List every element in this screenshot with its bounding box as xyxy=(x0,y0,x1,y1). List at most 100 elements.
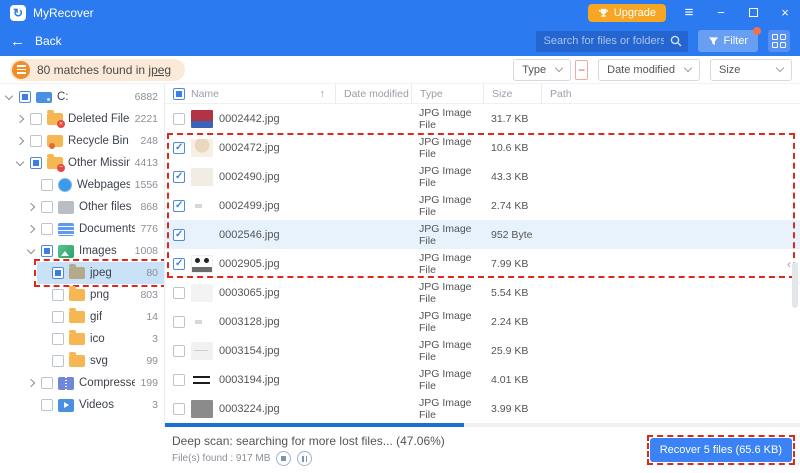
type-filter-label: Type xyxy=(522,64,546,76)
select-all-checkbox[interactable] xyxy=(173,88,185,100)
maximize-icon[interactable] xyxy=(744,4,762,22)
sidebar-item-count: 868 xyxy=(140,201,158,213)
expand-icon[interactable] xyxy=(15,116,25,122)
tree-checkbox[interactable] xyxy=(30,157,42,169)
sidebar-item-png[interactable]: png803 xyxy=(37,284,164,306)
menu-icon[interactable]: ≡ xyxy=(680,4,698,22)
vertical-scrollbar[interactable] xyxy=(792,262,798,308)
back-arrow-icon: ← xyxy=(10,33,25,50)
sidebar-item-c-drive[interactable]: C:6882 xyxy=(4,86,164,108)
stop-scan-button[interactable] xyxy=(276,451,291,466)
collapse-icon[interactable] xyxy=(4,95,14,99)
sidebar-item-other-missing-files[interactable]: Other Missing Files4413 xyxy=(15,152,164,174)
column-header-name[interactable]: Name xyxy=(191,88,219,100)
sidebar-item-recycle-bin[interactable]: Recycle Bin248 xyxy=(15,130,164,152)
files-found-text: File(s) found : 917 MB xyxy=(172,453,270,464)
collapse-icon[interactable] xyxy=(26,249,36,253)
recover-button[interactable]: Recover 5 files (65.6 KB) xyxy=(650,438,792,462)
file-path-cell xyxy=(541,133,800,162)
sidebar-item-label: Documents xyxy=(79,223,135,235)
file-row[interactable]: 0002499.jpgJPG Image File2.74 KB xyxy=(165,191,800,220)
sidebar-item-jpeg[interactable]: jpeg80 xyxy=(37,262,164,284)
tree-checkbox[interactable] xyxy=(52,289,64,301)
file-checkbox[interactable] xyxy=(173,258,185,270)
file-checkbox[interactable] xyxy=(173,316,185,328)
tree-checkbox[interactable] xyxy=(41,201,53,213)
tree-checkbox[interactable] xyxy=(30,113,42,125)
pause-scan-button[interactable] xyxy=(297,451,312,466)
tree-checkbox[interactable] xyxy=(41,377,53,389)
tree-checkbox[interactable] xyxy=(41,179,53,191)
sidebar-item-other-files[interactable]: Other files 868 xyxy=(26,196,164,218)
expand-icon[interactable] xyxy=(26,204,36,210)
column-header-size[interactable]: Size xyxy=(483,84,541,103)
file-row[interactable]: 0003154.jpgJPG Image File25.9 KB xyxy=(165,336,800,365)
sidebar-item-documents[interactable]: Documents776 xyxy=(26,218,164,240)
file-checkbox[interactable] xyxy=(173,403,185,415)
file-row[interactable]: 0002442.jpgJPG Image File31.7 KB xyxy=(165,104,800,133)
tree-checkbox[interactable] xyxy=(41,223,53,235)
table-header: Name ↑ Date modified Type Size Path xyxy=(165,84,800,104)
file-row[interactable]: 0003065.jpgJPG Image File5.54 KB xyxy=(165,278,800,307)
sort-asc-icon[interactable]: ↑ xyxy=(320,88,326,100)
file-checkbox[interactable] xyxy=(173,113,185,125)
sidebar-item-images[interactable]: Images1008 xyxy=(26,240,164,262)
match-scope-link[interactable]: jpeg xyxy=(148,63,171,77)
file-size-cell: 4.01 KB xyxy=(483,365,541,394)
file-row[interactable]: 0002472.jpgJPG Image File10.6 KB xyxy=(165,133,800,162)
file-checkbox[interactable] xyxy=(173,374,185,386)
file-checkbox[interactable] xyxy=(173,345,185,357)
file-row[interactable]: 0002905.jpgJPG Image File7.99 KB xyxy=(165,249,800,278)
tree-checkbox[interactable] xyxy=(41,399,53,411)
sidebar-item-label: gif xyxy=(90,311,102,323)
close-icon[interactable]: × xyxy=(776,4,794,22)
type-filter-remove-button[interactable]: − xyxy=(575,60,588,80)
type-filter-dropdown[interactable]: Type xyxy=(513,59,571,81)
column-header-date-modified[interactable]: Date modified xyxy=(335,84,411,103)
view-toggle-button[interactable] xyxy=(768,30,790,52)
chevron-down-icon xyxy=(776,64,784,72)
sidebar-item-gif[interactable]: gif14 xyxy=(37,306,164,328)
tree-checkbox[interactable] xyxy=(52,267,64,279)
file-checkbox[interactable] xyxy=(173,229,185,241)
sidebar-item-videos[interactable]: Videos3 xyxy=(26,394,164,416)
column-header-path[interactable]: Path xyxy=(541,84,800,103)
tree-checkbox[interactable] xyxy=(19,91,31,103)
file-size-cell: 2.24 KB xyxy=(483,307,541,336)
file-checkbox[interactable] xyxy=(173,287,185,299)
back-button[interactable]: ← Back xyxy=(10,33,62,50)
tree-checkbox[interactable] xyxy=(41,245,53,257)
folder-minus-icon xyxy=(47,157,63,169)
expand-icon[interactable] xyxy=(26,226,36,232)
collapse-panel-icon[interactable]: ‹ xyxy=(787,257,791,271)
date-modified-dropdown[interactable]: Date modified xyxy=(598,59,700,81)
file-row[interactable]: 0003128.jpgJPG Image File2.24 KB xyxy=(165,307,800,336)
sidebar-item-compressed-files[interactable]: Compressed files199 xyxy=(26,372,164,394)
sidebar-item-deleted-files[interactable]: Deleted Files2221 xyxy=(15,108,164,130)
tree-checkbox[interactable] xyxy=(52,311,64,323)
file-date-cell xyxy=(335,104,411,133)
sidebar-item-webpages[interactable]: Webpages1556 xyxy=(26,174,164,196)
tree-checkbox[interactable] xyxy=(30,135,42,147)
expand-icon[interactable] xyxy=(15,138,25,144)
size-filter-dropdown[interactable]: Size xyxy=(710,59,792,81)
tree-checkbox[interactable] xyxy=(52,333,64,345)
file-row[interactable]: 0003224.jpgJPG Image File3.99 KB xyxy=(165,394,800,423)
file-row[interactable]: 0003194.jpgJPG Image File4.01 KB xyxy=(165,365,800,394)
file-checkbox[interactable] xyxy=(173,171,185,183)
tree-checkbox[interactable] xyxy=(52,355,64,367)
file-row[interactable]: 0002546.jpgJPG Image File952 Byte xyxy=(165,220,800,249)
minimize-icon[interactable]: − xyxy=(712,4,730,22)
sidebar-item-svg[interactable]: svg99 xyxy=(37,350,164,372)
column-header-type[interactable]: Type xyxy=(411,84,483,103)
upgrade-button[interactable]: Upgrade xyxy=(588,4,666,22)
search-input[interactable] xyxy=(536,31,688,52)
file-checkbox[interactable] xyxy=(173,142,185,154)
filter-button[interactable]: Filter xyxy=(698,30,758,52)
collapse-icon[interactable] xyxy=(15,161,25,165)
sidebar-item-label: Other files xyxy=(79,201,131,213)
file-checkbox[interactable] xyxy=(173,200,185,212)
file-row[interactable]: 0002490.jpgJPG Image File43.3 KB xyxy=(165,162,800,191)
expand-icon[interactable] xyxy=(26,380,36,386)
sidebar-item-ico[interactable]: ico3 xyxy=(37,328,164,350)
